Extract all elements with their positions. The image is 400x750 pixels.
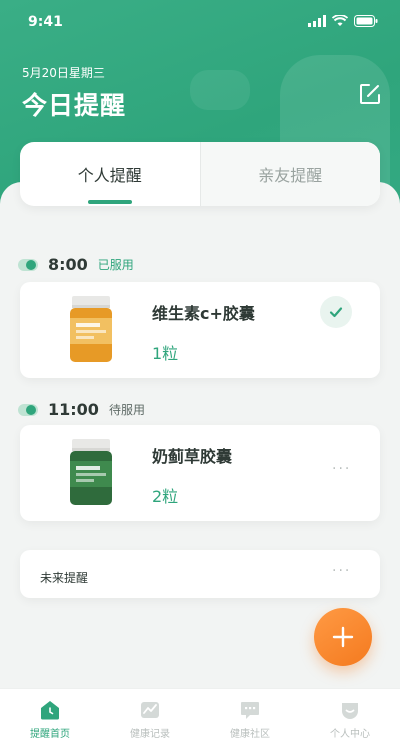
tabbar-item-records[interactable]: 健康记录: [100, 689, 200, 750]
plus-icon: [332, 626, 354, 648]
chart-icon: [141, 702, 159, 718]
medicine-name: 奶蓟草胶囊: [152, 447, 233, 466]
signal-icon: [308, 15, 326, 27]
medicine-dose: 2粒: [152, 487, 179, 506]
future-reminders-card[interactable]: 未来提醒 ···: [20, 550, 380, 598]
more-icon[interactable]: ···: [332, 563, 351, 579]
tabbar-item-community[interactable]: 健康社区: [200, 689, 300, 750]
time-row-2: 11:00 待服用: [18, 400, 145, 419]
tab-personal[interactable]: 个人提醒: [20, 142, 200, 206]
time-row-1: 8:00 已服用: [18, 255, 134, 274]
tab-family-label: 亲友提醒: [258, 166, 323, 185]
bottom-tab-bar: 提醒首页 健康记录 健康社区 个人中心: [0, 688, 400, 750]
more-icon[interactable]: ···: [332, 461, 351, 477]
tabbar-label: 健康社区: [230, 729, 270, 740]
reminder-status: 待服用: [108, 403, 145, 417]
tab-underline: [87, 200, 132, 204]
tabbar-label: 健康记录: [130, 729, 170, 740]
tabbar-label: 个人中心: [330, 729, 370, 740]
vitamin-c-bottle-image: [70, 296, 112, 362]
page-title: 今日提醒: [22, 91, 127, 120]
header-date: 5月20日星期三: [22, 66, 105, 80]
tab-bar-top: 个人提醒 亲友提醒: [20, 142, 380, 206]
reminder-time: 11:00: [48, 400, 99, 419]
medicine-card-1[interactable]: 维生素c+胶囊 1粒: [20, 282, 380, 378]
medicine-card-2[interactable]: 奶蓟草胶囊 2粒 ···: [20, 425, 380, 521]
wifi-icon: [332, 15, 348, 26]
tab-family[interactable]: 亲友提醒: [199, 142, 380, 206]
medicine-dose: 1粒: [152, 344, 179, 363]
tabbar-item-profile[interactable]: 个人中心: [300, 689, 400, 750]
tab-personal-label: 个人提醒: [77, 166, 142, 185]
battery-icon: [354, 15, 378, 27]
home-icon: [41, 701, 59, 720]
medicine-name: 维生素c+胶囊: [152, 304, 255, 323]
future-reminders-label: 未来提醒: [40, 571, 89, 585]
status-icons: [308, 15, 378, 27]
check-icon: [329, 307, 343, 318]
chat-icon: [241, 702, 259, 719]
toggle-switch[interactable]: [18, 258, 38, 271]
reminder-status: 已服用: [97, 258, 134, 272]
reminder-time: 8:00: [48, 255, 88, 274]
header-decoration-small: [190, 70, 250, 110]
taken-check-button[interactable]: [320, 296, 352, 328]
add-reminder-button[interactable]: [314, 608, 372, 666]
milk-thistle-bottle-image: [70, 439, 112, 505]
toggle-switch[interactable]: [18, 403, 38, 416]
edit-icon[interactable]: [358, 82, 382, 106]
profile-icon: [342, 703, 358, 719]
status-time: 9:41: [28, 14, 63, 30]
tabbar-item-home[interactable]: 提醒首页: [0, 689, 100, 750]
tabbar-label: 提醒首页: [30, 729, 70, 740]
